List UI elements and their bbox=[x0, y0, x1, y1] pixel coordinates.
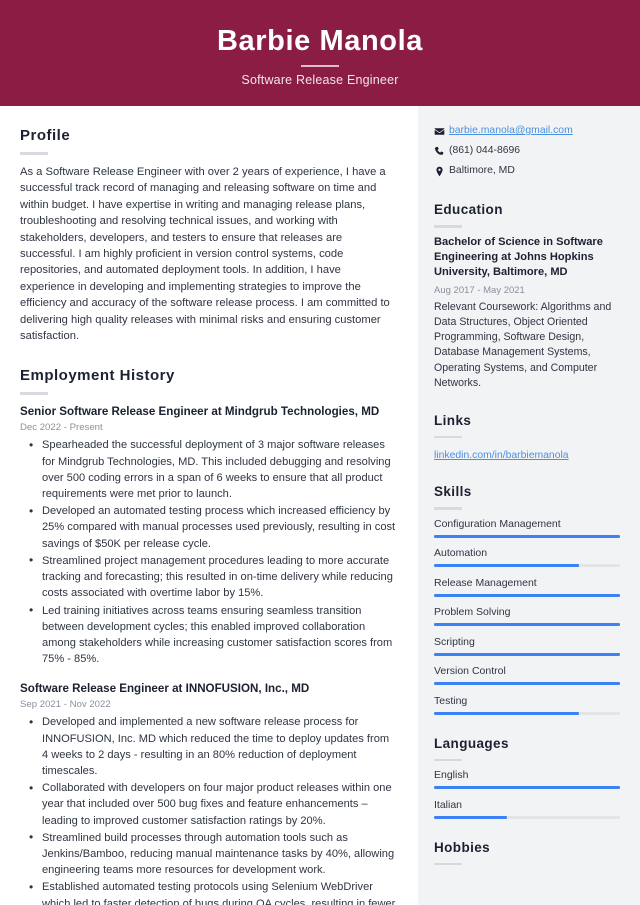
language-bar-track bbox=[434, 815, 620, 819]
skill-item: Configuration Management bbox=[434, 517, 620, 538]
job-bullet: Spearheaded the successful deployment of… bbox=[29, 437, 396, 502]
skill-bar-fill bbox=[434, 711, 580, 715]
job-date: Dec 2022 - Present bbox=[20, 422, 103, 434]
hobbies-heading: Hobbies bbox=[434, 839, 491, 855]
languages-heading-rule bbox=[434, 758, 462, 762]
skill-label: Scripting bbox=[434, 635, 475, 648]
education-section: Education Bachelor of Science in Softwar… bbox=[434, 200, 620, 391]
language-label: Italian bbox=[434, 798, 463, 811]
skill-bar-fill bbox=[434, 682, 620, 686]
candidate-name: Barbie Manola bbox=[216, 24, 423, 57]
job-title: Software Release Engineer at INNOFUSION,… bbox=[20, 682, 310, 696]
job-entry: Senior Software Release Engineer at Mind… bbox=[20, 404, 396, 667]
main-column: Profile As a Software Release Engineer w… bbox=[0, 106, 418, 905]
skill-bar-track bbox=[434, 711, 620, 715]
language-item: English bbox=[434, 768, 620, 790]
job-date: Sep 2021 - Nov 2022 bbox=[20, 699, 111, 711]
job-entry: Software Release Engineer at INNOFUSION,… bbox=[20, 681, 396, 905]
skill-bar-track bbox=[434, 623, 620, 627]
education-description: Relevant Coursework: Algorithms and Data… bbox=[434, 300, 612, 389]
email-link[interactable]: barbie.manola@gmail.com bbox=[449, 124, 573, 138]
hobbies-heading-rule bbox=[434, 862, 462, 866]
job-bullet: Developed an automated testing process w… bbox=[29, 503, 396, 552]
skill-bar-fill bbox=[434, 652, 620, 656]
education-heading-rule bbox=[434, 225, 462, 228]
contact-section: barbie.manola@gmail.com (861) 044-8696 B… bbox=[434, 124, 620, 178]
skills-section: Skills Configuration Management Automati… bbox=[434, 482, 620, 715]
skill-label: Problem Solving bbox=[434, 606, 511, 619]
skill-label: Testing bbox=[434, 694, 468, 707]
profile-section: Profile As a Software Release Engineer w… bbox=[20, 126, 396, 344]
skill-bar-fill bbox=[434, 564, 580, 568]
linkedin-link[interactable]: linkedin.com/in/barbiemanola bbox=[434, 450, 569, 461]
education-date: Aug 2017 - May 2021 bbox=[434, 284, 525, 296]
languages-section: Languages English Italian bbox=[434, 734, 620, 819]
resume-header-banner: Barbie Manola Software Release Engineer bbox=[0, 0, 640, 106]
hobbies-section: Hobbies bbox=[434, 838, 620, 866]
contact-row-phone: (861) 044-8696 bbox=[434, 144, 620, 158]
skill-bar-track bbox=[434, 593, 620, 597]
skill-item: Release Management bbox=[434, 576, 620, 597]
links-section: Links linkedin.com/in/barbiemanola bbox=[434, 411, 620, 464]
skill-item: Scripting bbox=[434, 635, 620, 656]
skill-bar-track bbox=[434, 534, 620, 538]
sidebar-column: barbie.manola@gmail.com (861) 044-8696 B… bbox=[418, 106, 640, 905]
education-heading: Education bbox=[434, 202, 503, 217]
header-divider bbox=[301, 64, 339, 67]
profile-text: As a Software Release Engineer with over… bbox=[20, 166, 390, 343]
profile-heading: Profile bbox=[20, 127, 71, 144]
language-bar-track bbox=[434, 786, 620, 790]
candidate-job-title: Software Release Engineer bbox=[241, 72, 399, 87]
email-icon bbox=[434, 126, 449, 137]
location-text: Baltimore, MD bbox=[449, 165, 515, 176]
contact-row-location: Baltimore, MD bbox=[434, 164, 620, 178]
skills-heading: Skills bbox=[434, 484, 472, 500]
employment-section: Employment History Senior Software Relea… bbox=[20, 366, 396, 905]
skill-item: Testing bbox=[434, 694, 620, 715]
skill-label: Configuration Management bbox=[434, 517, 561, 530]
skill-bar-track bbox=[434, 564, 620, 568]
skill-bar-track bbox=[434, 682, 620, 686]
job-bullet: Established automated testing protocols … bbox=[29, 879, 396, 905]
languages-heading: Languages bbox=[434, 735, 509, 751]
phone-text: (861) 044-8696 bbox=[449, 145, 521, 156]
contact-row-email: barbie.manola@gmail.com bbox=[434, 124, 620, 138]
job-bullet: Collaborated with developers on four maj… bbox=[29, 780, 396, 829]
job-bullet: Developed and implemented a new software… bbox=[29, 714, 396, 779]
job-bullet: Led training initiatives across teams en… bbox=[29, 602, 396, 668]
job-title: Senior Software Release Engineer at Mind… bbox=[20, 405, 380, 419]
language-bar-fill bbox=[434, 786, 620, 790]
skill-label: Automation bbox=[434, 547, 488, 560]
location-icon bbox=[434, 166, 449, 177]
links-heading: Links bbox=[434, 412, 472, 428]
skill-bar-fill bbox=[434, 593, 620, 597]
job-bullet: Streamlined project management procedure… bbox=[29, 552, 396, 602]
language-bar-fill bbox=[434, 815, 507, 819]
job-bullet: Streamlined build processes through auto… bbox=[29, 829, 396, 879]
skill-bar-track bbox=[434, 652, 620, 656]
job-bullet-list: Spearheaded the successful deployment of… bbox=[20, 437, 396, 667]
employment-heading: Employment History bbox=[20, 367, 175, 385]
language-label: English bbox=[434, 769, 469, 782]
employment-heading-rule bbox=[20, 392, 48, 396]
skill-bar-fill bbox=[434, 623, 620, 627]
skill-label: Version Control bbox=[434, 665, 506, 678]
education-degree: Bachelor of Science in Software Engineer… bbox=[434, 235, 603, 279]
skill-item: Problem Solving bbox=[434, 605, 620, 627]
job-bullet-list: Developed and implemented a new software… bbox=[20, 714, 396, 905]
resume-page: Barbie Manola Software Release Engineer … bbox=[0, 0, 640, 905]
skill-item: Version Control bbox=[434, 664, 620, 686]
links-heading-rule bbox=[434, 435, 462, 439]
profile-heading-rule bbox=[20, 152, 48, 155]
skill-item: Automation bbox=[434, 546, 620, 568]
phone-icon bbox=[434, 146, 449, 157]
language-item: Italian bbox=[434, 798, 620, 819]
skills-heading-rule bbox=[434, 507, 462, 510]
resume-body: Profile As a Software Release Engineer w… bbox=[0, 106, 640, 905]
skill-label: Release Management bbox=[434, 576, 537, 589]
skill-bar-fill bbox=[434, 534, 620, 538]
